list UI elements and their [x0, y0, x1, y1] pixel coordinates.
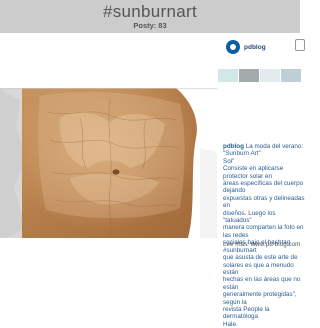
hashtag-title: #sunburnart [102, 2, 198, 21]
page-header: #sunburnart Posty: 83 [0, 0, 300, 33]
caption-username[interactable]: pdblog [223, 143, 244, 150]
caption-text: La moda del verano: "Sunburn Art" Sol" C… [223, 143, 305, 328]
follow-button[interactable] [295, 39, 305, 51]
swatch-1 [218, 69, 238, 82]
color-swatches [218, 69, 301, 82]
avatar[interactable] [226, 40, 240, 54]
read-more-link[interactable]: Lee mas: www.pd-blog.com [223, 241, 300, 248]
post-count-value: 83 [158, 21, 167, 30]
post-details-panel: pdblog pdblog La moda del verano: "Sunbu… [218, 34, 305, 328]
post-username[interactable]: pdblog [244, 44, 266, 52]
swatch-3 [260, 69, 280, 82]
swatch-2 [239, 69, 259, 82]
post-count: Posty: 83 [0, 21, 300, 30]
swatch-4 [281, 69, 301, 82]
post-caption: pdblog La moda del verano: "Sunburn Art"… [223, 143, 305, 328]
post-count-label: Posty: [133, 21, 157, 30]
post-photo[interactable] [0, 88, 217, 238]
sunburn-back-image [0, 88, 217, 238]
